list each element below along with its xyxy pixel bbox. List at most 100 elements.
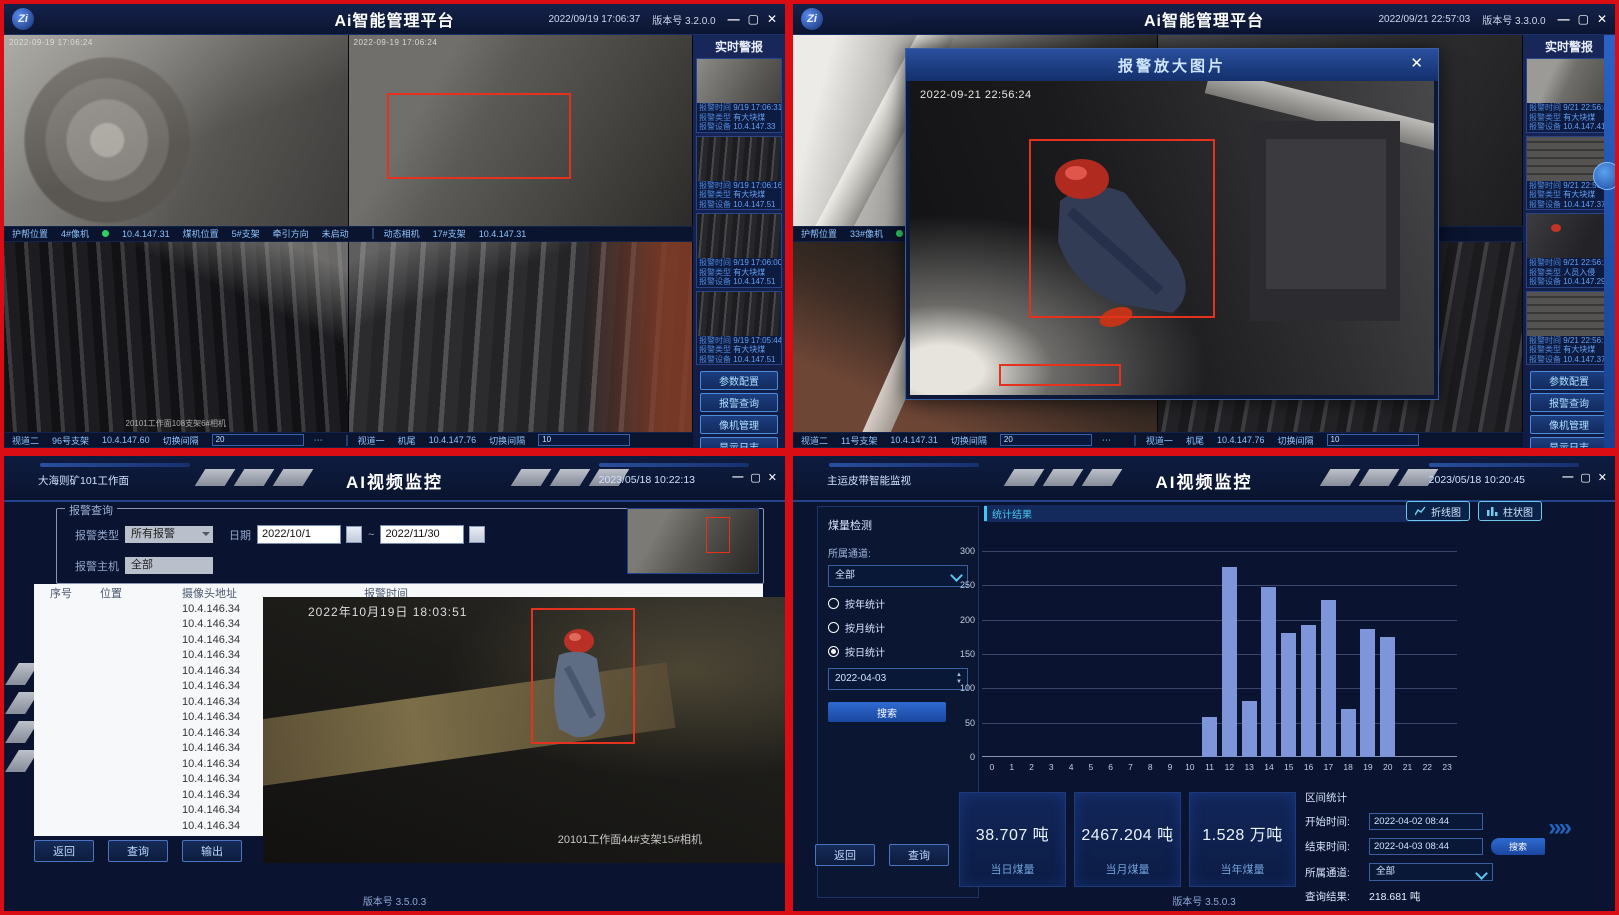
alert-thumbnail[interactable] bbox=[1527, 214, 1611, 258]
interval-input[interactable]: 20 bbox=[1000, 434, 1092, 446]
camera-feed-roof[interactable]: 2022-09-19 17:06:24 bbox=[349, 35, 694, 226]
minimize-icon[interactable]: — bbox=[728, 12, 740, 26]
calendar-icon[interactable] bbox=[469, 526, 485, 543]
alarm-type-select[interactable]: 所有报警 bbox=[125, 526, 213, 543]
query-button[interactable]: 查询 bbox=[108, 840, 168, 862]
alert-card[interactable]: 报警时间 9/19 17:06:31报警类型 有大块煤报警设备 10.4.147… bbox=[696, 58, 782, 133]
minimize-icon[interactable]: — bbox=[1558, 12, 1570, 26]
close-icon[interactable]: ✕ bbox=[767, 12, 777, 26]
alert-card[interactable]: 报警时间 9/21 22:56:47报警类型 有大块煤报警设备 10.4.147… bbox=[1526, 58, 1612, 133]
chart-bar[interactable] bbox=[1261, 587, 1276, 757]
line-chart-button[interactable]: 折线图 bbox=[1406, 501, 1470, 521]
search-button[interactable]: 搜索 bbox=[828, 702, 946, 722]
alert-thumbnail[interactable] bbox=[697, 214, 781, 258]
camera-manage-button[interactable]: 像机管理 bbox=[700, 415, 778, 434]
more-button[interactable]: ⋯ bbox=[314, 435, 323, 446]
alert-thumbnail[interactable] bbox=[697, 137, 781, 181]
alarm-video-player[interactable]: 2022年10月19日 18:03:51 20101工作面44#支架15#相机 bbox=[263, 597, 788, 863]
query-button[interactable]: 查询 bbox=[889, 844, 949, 866]
alert-card[interactable]: 报警时间 9/19 17:05:44报警类型 有大块煤报警设备 10.4.147… bbox=[696, 291, 782, 366]
close-icon[interactable]: ✕ bbox=[1598, 471, 1607, 484]
close-icon[interactable]: ✕ bbox=[768, 471, 777, 484]
titlebar[interactable]: Zi Ai智能管理平台 2022/09/19 17:06:37 版本号 3.2.… bbox=[4, 4, 785, 35]
param-config-button[interactable]: 参数配置 bbox=[1530, 371, 1608, 390]
alarm-host-select[interactable]: 全部 bbox=[125, 557, 213, 574]
show-log-button[interactable]: 显示日志 bbox=[1530, 437, 1608, 448]
end-time-input[interactable]: 2022-04-03 08:44 bbox=[1369, 838, 1483, 855]
titlebar-datetime: 2022/09/19 17:06:37 bbox=[548, 14, 640, 25]
gridline bbox=[982, 551, 1457, 552]
chart-bar[interactable] bbox=[1321, 600, 1336, 757]
alarm-preview-thumbnail[interactable] bbox=[627, 508, 759, 574]
date-from-input[interactable]: 2022/10/1 bbox=[257, 525, 341, 544]
range-search-button[interactable]: 搜索 bbox=[1491, 838, 1545, 855]
alert-thumbnail[interactable] bbox=[1527, 292, 1611, 336]
radio-icon[interactable] bbox=[828, 622, 839, 633]
back-button[interactable]: 返回 bbox=[34, 840, 94, 862]
chart-bar[interactable] bbox=[1281, 633, 1296, 757]
range-channel-select[interactable]: 全部 bbox=[1369, 863, 1493, 881]
alert-thumbnail[interactable] bbox=[697, 59, 781, 103]
calendar-icon[interactable] bbox=[346, 526, 362, 543]
dialog-titlebar[interactable]: 报警放大图片 ✕ bbox=[906, 49, 1438, 81]
close-icon[interactable]: ✕ bbox=[1410, 56, 1426, 71]
alert-time: 报警时间 9/21 22:56:15 bbox=[1527, 336, 1611, 346]
alert-time-label: 报警时间 bbox=[699, 336, 731, 345]
alert-card[interactable]: 报警时间 9/21 22:56:15报警类型 有大块煤报警设备 10.4.147… bbox=[1526, 291, 1612, 366]
date-to-input[interactable]: 2022/11/30 bbox=[380, 525, 464, 544]
camera-manage-button[interactable]: 像机管理 bbox=[1530, 415, 1608, 434]
interval-input[interactable]: 20 bbox=[212, 434, 304, 446]
titlebar[interactable]: Zi Ai智能管理平台 2022/09/21 22:57:03 版本号 3.3.… bbox=[793, 4, 1615, 35]
online-dot-icon bbox=[102, 230, 109, 237]
panel-handle-strip[interactable] bbox=[1604, 35, 1615, 448]
chart-bar[interactable] bbox=[1222, 567, 1237, 757]
chart-bar[interactable] bbox=[1242, 701, 1257, 757]
close-icon[interactable]: ✕ bbox=[1597, 12, 1607, 26]
radio-icon[interactable] bbox=[828, 646, 839, 657]
stat-date-spinner[interactable]: 2022-04-03 ▲▼ bbox=[828, 668, 968, 690]
start-time-input[interactable]: 2022-04-02 08:44 bbox=[1369, 813, 1483, 830]
stat-mode-radio[interactable]: 按月统计 bbox=[828, 620, 968, 635]
camera-feed-shearer[interactable]: 2022-09-19 17:06:24 bbox=[4, 35, 349, 226]
alarm-query-button[interactable]: 报警查询 bbox=[700, 393, 778, 412]
panel-handle-icon[interactable] bbox=[1593, 162, 1619, 190]
param-config-button[interactable]: 参数配置 bbox=[700, 371, 778, 390]
chart-bar[interactable] bbox=[1360, 629, 1375, 757]
alert-time-label: 报警时间 bbox=[1529, 336, 1561, 345]
maximize-icon[interactable]: ▢ bbox=[748, 12, 759, 26]
alert-card[interactable]: 报警时间 9/19 17:06:00报警类型 有大块煤报警设备 10.4.147… bbox=[696, 213, 782, 288]
stat-mode-radio[interactable]: 按年统计 bbox=[828, 596, 968, 611]
chart-bar[interactable] bbox=[1380, 637, 1395, 757]
camera-feed-tunnel-2[interactable] bbox=[349, 242, 694, 433]
show-log-button[interactable]: 显示日志 bbox=[700, 437, 778, 448]
maximize-icon[interactable]: ▢ bbox=[1580, 471, 1590, 484]
alert-time-label: 报警时间 bbox=[1529, 181, 1561, 190]
stat-mode-radio[interactable]: 按日统计 bbox=[828, 644, 968, 659]
camera-feed-tunnel-1[interactable]: 20101工作面108支架6#相机 bbox=[4, 242, 349, 433]
back-button[interactable]: 返回 bbox=[815, 844, 875, 866]
alert-thumbnail[interactable] bbox=[697, 292, 781, 336]
maximize-icon[interactable]: ▢ bbox=[1578, 12, 1589, 26]
interval-input[interactable]: 10 bbox=[1327, 434, 1419, 446]
stat-result-label: 统计结果 bbox=[984, 506, 1032, 521]
alert-thumbnail[interactable] bbox=[1527, 59, 1611, 103]
bar-chart-button[interactable]: 柱状图 bbox=[1478, 501, 1542, 521]
alert-card[interactable]: 报警时间 9/21 22:56:25报警类型 人员入侵报警设备 10.4.147… bbox=[1526, 213, 1612, 288]
chart-bar[interactable] bbox=[1301, 625, 1316, 757]
radio-icon[interactable] bbox=[828, 598, 839, 609]
alarm-photo: 2022-09-21 22:56:24 bbox=[910, 81, 1434, 395]
alarm-query-button[interactable]: 报警查询 bbox=[1530, 393, 1608, 412]
chart-bar[interactable] bbox=[1202, 717, 1217, 757]
minimize-icon[interactable]: — bbox=[732, 471, 743, 484]
channel-select[interactable]: 全部 bbox=[828, 565, 968, 587]
chart-bar[interactable] bbox=[1341, 709, 1356, 757]
maximize-icon[interactable]: ▢ bbox=[750, 471, 760, 484]
interval-input[interactable]: 10 bbox=[538, 434, 630, 446]
export-button[interactable]: 输出 bbox=[182, 840, 242, 862]
minimize-icon[interactable]: — bbox=[1562, 471, 1573, 484]
status-item: 煤机位置 bbox=[183, 227, 219, 240]
alert-card[interactable]: 报警时间 9/19 17:06:16报警类型 有大块煤报警设备 10.4.147… bbox=[696, 136, 782, 211]
more-button[interactable]: ⋯ bbox=[1102, 435, 1111, 446]
alert-time: 报警时间 9/19 17:06:00 bbox=[697, 258, 781, 268]
alert-device-label: 报警设备 bbox=[699, 355, 731, 364]
